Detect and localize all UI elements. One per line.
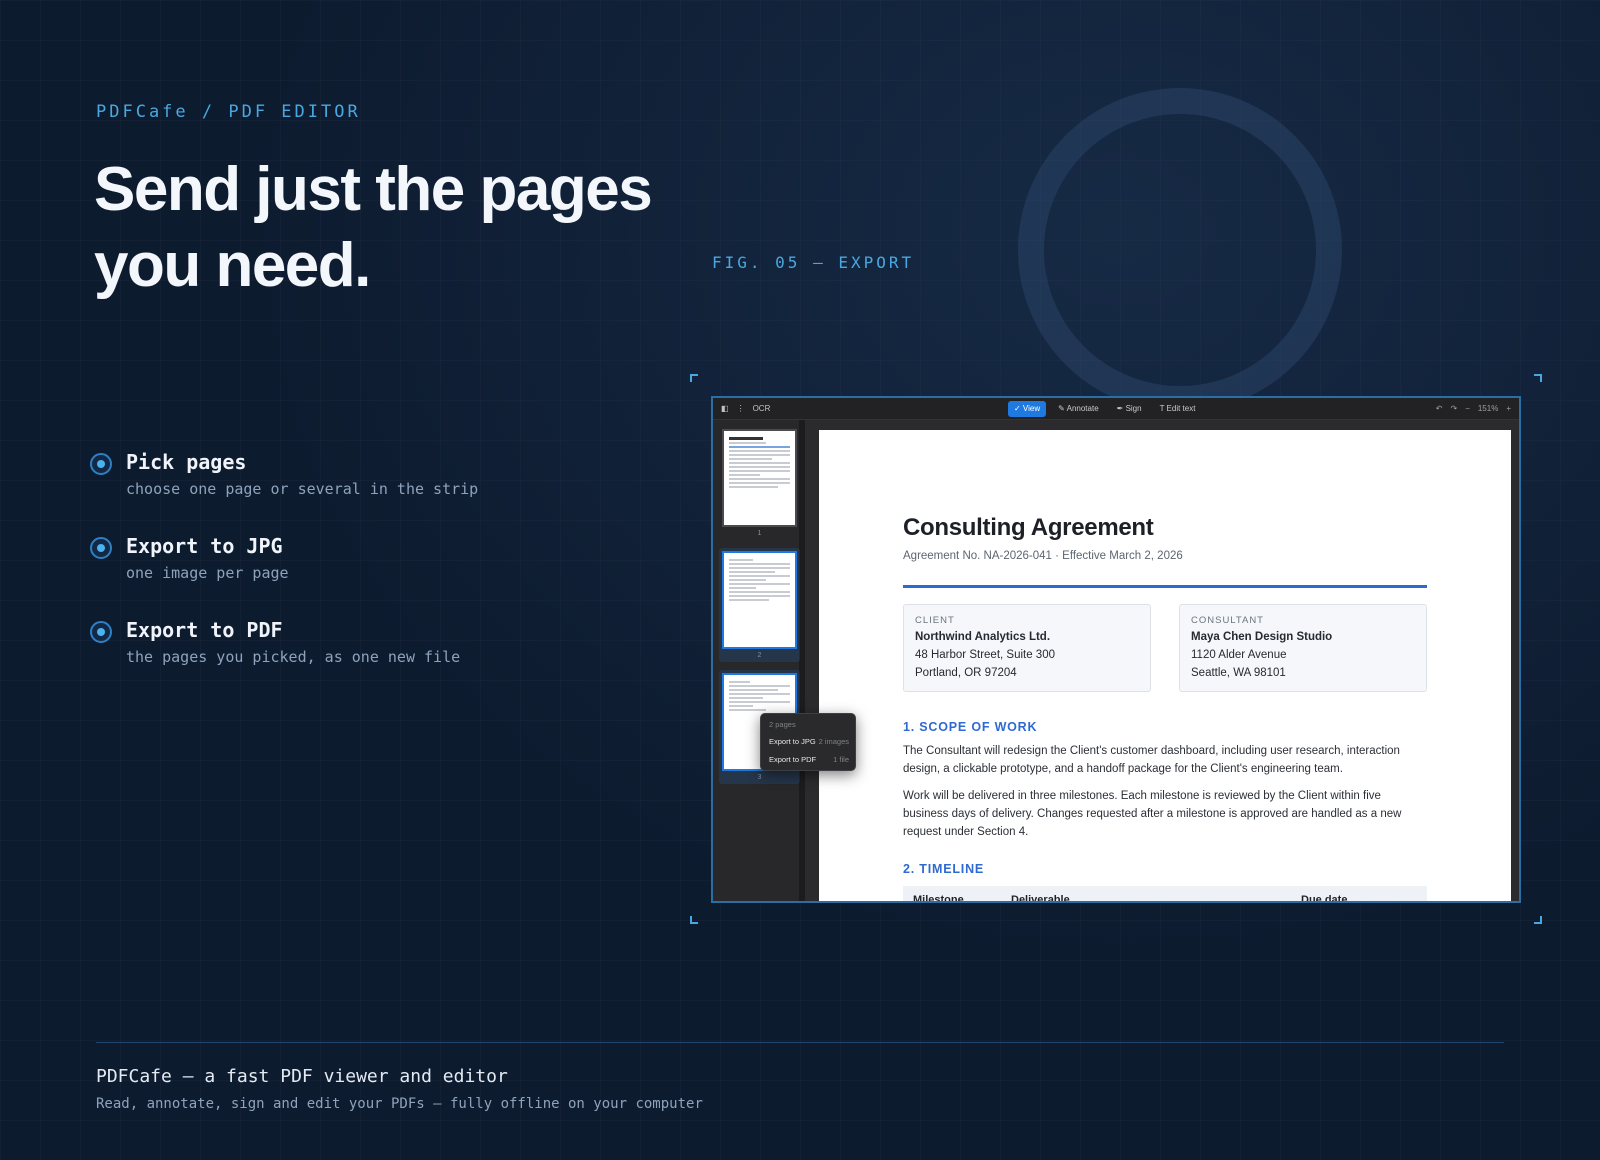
timeline-table-header: Milestone Deliverable Due date	[903, 886, 1427, 903]
more-icon[interactable]: ⋮	[737, 404, 745, 413]
thumbnail-number: 1	[757, 530, 762, 537]
consultant-card: CONSULTANT Maya Chen Design Studio 1120 …	[1179, 604, 1427, 692]
client-address-line1: 48 Harbor Street, Suite 300	[915, 649, 1055, 661]
client-card: CLIENT Northwind Analytics Ltd. 48 Harbo…	[903, 604, 1151, 692]
document-page: Consulting Agreement Agreement No. NA-20…	[819, 430, 1511, 903]
decorative-ring	[1018, 88, 1342, 412]
section-heading: 2. TIMELINE	[903, 862, 985, 876]
zoom-level: 151%	[1477, 404, 1499, 413]
frame-corner	[1534, 916, 1542, 924]
app-window: ◧ ⋮ OCR ✓ View ✎ Annotate ✒ Sign T Edit …	[711, 396, 1521, 903]
mode-edit-text-button[interactable]: T Edit text	[1154, 401, 1202, 417]
export-context-menu: 2 pages Export to JPG 2 images Export to…	[760, 713, 856, 771]
mode-view-button[interactable]: ✓ View	[1008, 401, 1047, 417]
zoom-in-icon[interactable]: +	[1506, 404, 1511, 413]
document-canvas: Consulting Agreement Agreement No. NA-20…	[805, 420, 1519, 903]
sidebar-toggle-icon[interactable]: ◧	[721, 404, 729, 413]
headline: Send just the pages you need.	[94, 155, 653, 300]
menu-item-hint: 1 file	[833, 755, 849, 764]
feature-subtitle: the pages you picked, as one new file	[126, 648, 461, 666]
menu-item-label: Export to PDF	[769, 755, 817, 764]
client-address-line2: Portland, OR 97204	[915, 667, 1017, 679]
frame-corner	[1534, 374, 1542, 382]
page-thumbnail[interactable]: 2	[719, 548, 800, 662]
consultant-label: CONSULTANT	[1191, 615, 1264, 626]
page-strip: 1 2 3	[713, 420, 805, 901]
zoom-out-icon[interactable]: −	[1465, 404, 1470, 413]
eyebrow: PDFCafe / PDF EDITOR	[96, 102, 361, 122]
mode-sign-button[interactable]: ✒ Sign	[1111, 401, 1148, 417]
feature-list: Pick pages choose one page or several in…	[90, 450, 478, 702]
client-name: Northwind Analytics Ltd.	[915, 631, 1051, 643]
feature-item: Pick pages choose one page or several in…	[90, 450, 478, 534]
footer-title: PDFCafe — a fast PDF viewer and editor	[96, 1066, 508, 1087]
feature-title: Pick pages	[126, 450, 247, 474]
paragraph: Work will be delivered in three mileston…	[903, 790, 1402, 838]
menu-header: 2 pages	[769, 720, 796, 729]
column-header: Due date	[1301, 894, 1348, 903]
ocr-button[interactable]: OCR	[753, 404, 771, 413]
redo-icon[interactable]: ↷	[1450, 404, 1457, 413]
bullet-icon	[90, 621, 112, 643]
bullet-icon	[90, 537, 112, 559]
menu-item-hint: 2 images	[818, 737, 849, 746]
feature-title: Export to PDF	[126, 618, 283, 642]
column-header: Milestone	[913, 894, 964, 903]
feature-item: Export to JPG one image per page	[90, 534, 478, 618]
footer-divider	[96, 1042, 1504, 1043]
client-label: CLIENT	[915, 615, 955, 626]
feature-subtitle: one image per page	[126, 564, 289, 582]
footer-subtitle: Read, annotate, sign and edit your PDFs …	[96, 1096, 703, 1112]
feature-subtitle: choose one page or several in the strip	[126, 480, 479, 498]
document-title: Consulting Agreement	[903, 514, 1154, 541]
consultant-name: Maya Chen Design Studio	[1191, 631, 1333, 643]
mode-annotate-button[interactable]: ✎ Annotate	[1052, 401, 1105, 417]
menu-item-export-pdf[interactable]: Export to PDF 1 file	[769, 755, 849, 764]
consultant-address-line1: 1120 Alder Avenue	[1191, 649, 1287, 661]
feature-item: Export to PDF the pages you picked, as o…	[90, 618, 478, 702]
section-heading: 1. SCOPE OF WORK	[903, 720, 1038, 734]
frame-corner	[690, 374, 698, 382]
page-thumbnail[interactable]: 1	[719, 426, 800, 540]
title-rule	[903, 585, 1427, 588]
menu-item-export-jpg[interactable]: Export to JPG 2 images	[769, 737, 849, 746]
feature-title: Export to JPG	[126, 534, 283, 558]
menu-item-label: Export to JPG	[769, 737, 816, 746]
undo-icon[interactable]: ↶	[1436, 404, 1443, 413]
frame-corner	[690, 916, 698, 924]
toolbar: ◧ ⋮ OCR ✓ View ✎ Annotate ✒ Sign T Edit …	[713, 398, 1519, 420]
column-header: Deliverable	[1011, 894, 1070, 903]
consultant-address-line2: Seattle, WA 98101	[1191, 667, 1286, 679]
mode-switcher: ✓ View ✎ Annotate ✒ Sign T Edit text	[1008, 401, 1201, 417]
paragraph: The Consultant will redesign the Client'…	[903, 745, 1400, 775]
document-meta: Agreement No. NA-2026-041 · Effective Ma…	[903, 550, 1183, 562]
figure-label: FIG. 05 — EXPORT	[712, 253, 915, 272]
thumbnail-number: 2	[757, 652, 762, 659]
bullet-icon	[90, 453, 112, 475]
thumbnail-number: 3	[757, 774, 762, 781]
